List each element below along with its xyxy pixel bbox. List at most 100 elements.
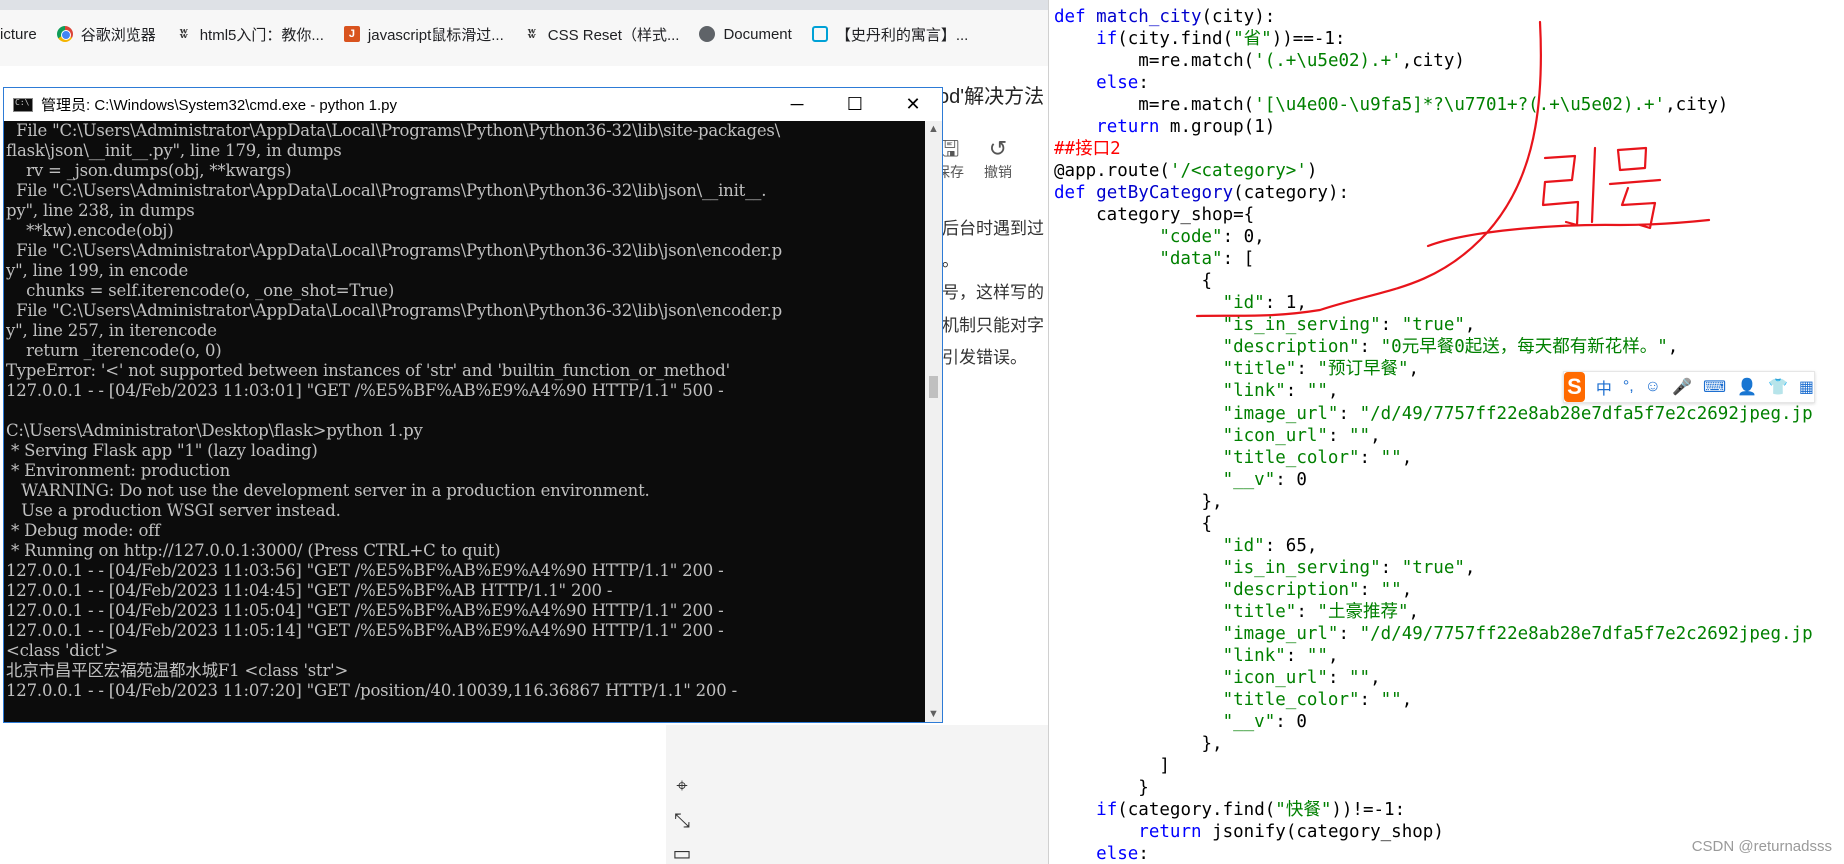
- bookmark-item-5[interactable]: Document: [699, 25, 792, 43]
- code-token: "true": [1401, 558, 1465, 578]
- code-token: ))!=-1:: [1331, 800, 1406, 820]
- code-line[interactable]: {: [1054, 513, 1213, 535]
- code-token: ): [1306, 161, 1318, 181]
- code-token: jsonify(category_shop): [1212, 822, 1444, 842]
- bookmark-item-2[interactable]: ʬ html5入门：教你...: [176, 24, 324, 45]
- code-token: "": [1306, 646, 1328, 666]
- code-line[interactable]: "code": 0,: [1054, 226, 1264, 248]
- shrink-icon[interactable]: ⤡: [671, 810, 693, 832]
- code-line[interactable]: "image_url": "/d/49/7757ff22e8ab28e7dfa5…: [1054, 623, 1813, 645]
- code-line[interactable]: "description": "0元早餐0起送，每天都有新花样。",: [1054, 336, 1679, 358]
- cmd-window[interactable]: 管理员: C:\Windows\System32\cmd.exe - pytho…: [3, 87, 943, 723]
- bookmark-item-4[interactable]: ʬ CSS Reset（样式...: [524, 24, 679, 45]
- code-token: getByCategory: [1096, 183, 1234, 203]
- bookmark-item-0[interactable]: icture: [0, 26, 37, 43]
- code-line[interactable]: }: [1054, 777, 1149, 799]
- cmd-output-line: * Running on http://127.0.0.1:3000/ (Pre…: [6, 541, 501, 560]
- code-line[interactable]: "link": "",: [1054, 645, 1339, 667]
- cmd-output-line: TypeError: '<' not supported between ins…: [6, 361, 730, 380]
- code-line[interactable]: "__v": 0: [1054, 469, 1307, 491]
- code-token: return: [1096, 117, 1170, 137]
- ime-skin-icon[interactable]: 👕: [1768, 377, 1788, 397]
- code-editor[interactable]: def match_city(city): if(city.find("省"))…: [1048, 0, 1844, 864]
- scroll-up-icon[interactable]: ▲: [928, 123, 939, 135]
- code-line[interactable]: if(category.find("快餐"))!=-1:: [1054, 799, 1405, 821]
- code-line[interactable]: else:: [1054, 72, 1149, 94]
- cmd-output-line: 127.0.0.1 - - [04/Feb/2023 11:03:01] "GE…: [6, 381, 724, 400]
- scroll-down-icon[interactable]: ▼: [928, 708, 939, 720]
- window-icon[interactable]: ▭: [671, 843, 693, 864]
- ime-voice-icon[interactable]: 🎤: [1672, 377, 1692, 397]
- code-line[interactable]: m=re.match('(.+\u5e02).+',city): [1054, 50, 1465, 72]
- code-line[interactable]: "image_url": "/d/49/7757ff22e8ab28e7dfa5…: [1054, 403, 1813, 425]
- code-line[interactable]: "title": "土豪推荐",: [1054, 601, 1419, 623]
- code-token: else: [1096, 73, 1139, 93]
- code-line[interactable]: "id": 65,: [1054, 535, 1318, 557]
- locate-icon[interactable]: ⌖: [671, 775, 693, 797]
- code-line[interactable]: },: [1054, 733, 1223, 755]
- code-token: :: [1327, 668, 1350, 688]
- cmd-output-line: 127.0.0.1 - - [04/Feb/2023 11:07:20] "GE…: [6, 681, 737, 700]
- bookmark-item-3[interactable]: Jjavascript鼠标滑过...: [343, 24, 504, 45]
- undo-button[interactable]: ↺ 撤销: [978, 136, 1018, 182]
- ime-toolbox-icon[interactable]: ▦: [1799, 377, 1814, 397]
- code-line[interactable]: "link": "",: [1054, 380, 1339, 402]
- code-token: "title": [1222, 359, 1297, 379]
- code-token: def: [1054, 183, 1097, 203]
- ime-chinese-mode[interactable]: 中: [1596, 375, 1612, 399]
- cmd-output[interactable]: File "C:\Users\Administrator\AppData\Loc…: [4, 121, 926, 721]
- code-line[interactable]: ##接口2: [1054, 138, 1121, 160]
- cmd-output-line: * Debug mode: off: [6, 521, 160, 540]
- bookmark-item-1[interactable]: 谷歌浏览器: [56, 24, 156, 45]
- ime-punctuation-icon[interactable]: °,: [1623, 378, 1634, 396]
- code-line[interactable]: @app.route('/<category>'): [1054, 160, 1317, 182]
- code-line[interactable]: "description": "",: [1054, 579, 1413, 601]
- scrollbar-thumb[interactable]: [929, 376, 938, 398]
- code-line[interactable]: if(city.find("省"))==-1:: [1054, 28, 1345, 50]
- code-line[interactable]: "title_color": "",: [1054, 447, 1413, 469]
- code-line[interactable]: return jsonify(category_shop): [1054, 821, 1444, 843]
- code-line[interactable]: "is_in_serving": "true",: [1054, 557, 1476, 579]
- minimize-button[interactable]: ─: [768, 88, 826, 121]
- code-token: "__v": [1222, 712, 1276, 732]
- code-token: "/d/49/7757ff22e8ab28e7dfa5f7e2c2692jpeg…: [1359, 404, 1813, 424]
- code-token: "预订早餐": [1317, 359, 1409, 379]
- code-line[interactable]: "id": 1,: [1054, 292, 1307, 314]
- code-line[interactable]: category_shop={: [1054, 204, 1254, 226]
- code-line[interactable]: else:: [1054, 843, 1149, 864]
- code-token: "土豪推荐": [1317, 602, 1409, 622]
- code-line[interactable]: def getByCategory(category):: [1054, 182, 1349, 204]
- code-line[interactable]: def match_city(city):: [1054, 6, 1275, 28]
- code-line[interactable]: "title_color": "",: [1054, 689, 1413, 711]
- code-line[interactable]: "is_in_serving": "true",: [1054, 314, 1476, 336]
- code-line[interactable]: return m.group(1): [1054, 116, 1275, 138]
- code-line[interactable]: "icon_url": "",: [1054, 425, 1381, 447]
- bookmark-label: Document: [723, 25, 792, 43]
- code-line[interactable]: },: [1054, 491, 1223, 513]
- code-token: },: [1054, 492, 1223, 512]
- ime-keyboard-icon[interactable]: ⌨: [1703, 377, 1726, 397]
- code-line[interactable]: "icon_url": "",: [1054, 667, 1381, 689]
- code-line[interactable]: "data": [: [1054, 248, 1254, 270]
- close-button[interactable]: ✕: [884, 88, 942, 121]
- code-line[interactable]: ]: [1054, 755, 1170, 777]
- cmd-scrollbar[interactable]: ▲ ▼: [925, 121, 942, 722]
- code-line[interactable]: {: [1054, 270, 1213, 292]
- sogou-logo-icon[interactable]: S: [1564, 372, 1585, 402]
- bookmark-item-6[interactable]: 【史丹利的寓言】...: [811, 24, 968, 45]
- maximize-button[interactable]: ☐: [826, 88, 884, 121]
- cmd-titlebar[interactable]: 管理员: C:\Windows\System32\cmd.exe - pytho…: [4, 88, 942, 121]
- code-token: :: [1359, 448, 1381, 468]
- ime-toolbar[interactable]: S 中 °, ☺ 🎤 ⌨ 👤 👕 ▦: [1563, 371, 1815, 403]
- ime-emoji-icon[interactable]: ☺: [1645, 378, 1661, 396]
- code-line[interactable]: "title": "预订早餐",: [1054, 358, 1419, 380]
- ime-user-icon[interactable]: 👤: [1737, 377, 1757, 397]
- code-line[interactable]: "__v": 0: [1054, 711, 1307, 733]
- code-line[interactable]: m=re.match('[\u4e00-\u9fa5]*?\u7701+?(.+…: [1054, 94, 1728, 116]
